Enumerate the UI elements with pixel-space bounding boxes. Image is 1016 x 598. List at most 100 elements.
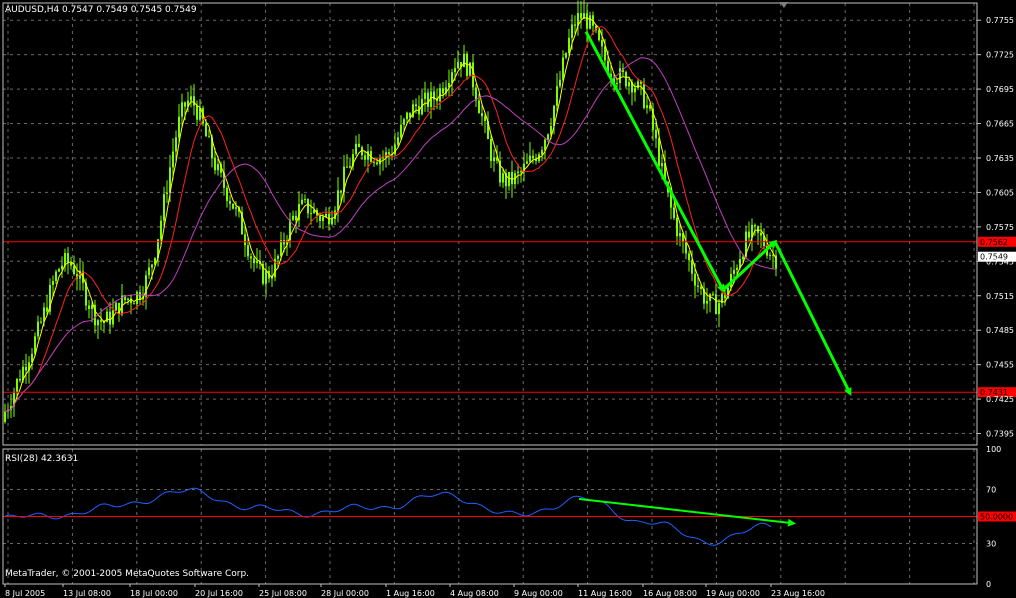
trend-arrow[interactable] xyxy=(721,239,778,292)
candle-body xyxy=(196,105,198,120)
candle-body xyxy=(754,224,756,227)
candle-body xyxy=(568,37,570,54)
candle-body xyxy=(175,137,177,152)
candle-body xyxy=(19,378,21,381)
candle-body xyxy=(388,152,390,155)
candle-body xyxy=(340,190,342,193)
candle-body xyxy=(589,15,591,29)
rsi-trend-arrow[interactable] xyxy=(578,497,796,527)
candle-body xyxy=(715,294,717,315)
candle-body xyxy=(256,261,258,264)
time-tick-label: 9 Aug 00:00 xyxy=(514,589,563,598)
ma-fast-line xyxy=(4,17,777,412)
ohlc-label: 0.7547 0.7549 0.7545 0.7549 xyxy=(62,5,197,15)
candle-body xyxy=(181,102,183,117)
price-tick-label: 0.7635 xyxy=(986,154,1014,163)
candle-body xyxy=(712,293,714,295)
candle-body xyxy=(628,82,630,87)
candle-body xyxy=(733,269,735,274)
time-tick-label: 8 Jul 2005 xyxy=(5,589,45,598)
price-tick-label: 0.7485 xyxy=(986,326,1014,335)
candle-body xyxy=(250,256,252,259)
candle-body xyxy=(97,320,99,326)
time-tick-label: 23 Aug 16:00 xyxy=(771,589,825,598)
price-tick-label: 0.7395 xyxy=(986,430,1014,439)
candle-body xyxy=(58,269,60,272)
candle-body xyxy=(574,24,576,26)
candle-body xyxy=(151,264,153,268)
candle-body xyxy=(280,240,282,256)
candle-body xyxy=(205,123,207,137)
time-tick-label: 18 Jul 00:00 xyxy=(130,589,178,598)
price-tick-label: 0.7515 xyxy=(986,292,1014,301)
candle-body xyxy=(400,124,402,138)
candle-body xyxy=(547,134,549,140)
candle-body xyxy=(517,171,519,174)
candle-body xyxy=(193,96,195,106)
candle-body xyxy=(397,137,399,145)
candle-body xyxy=(559,79,561,87)
time-tick-label: 25 Jul 08:00 xyxy=(259,589,307,598)
candle-body xyxy=(166,192,168,195)
candle-body xyxy=(235,207,237,209)
price-tick-label: 0.7605 xyxy=(986,188,1014,197)
time-tick-label: 19 Aug 00:00 xyxy=(706,589,760,598)
candle-body xyxy=(310,213,312,215)
candle-body xyxy=(748,231,750,238)
candle-body xyxy=(661,163,663,167)
candle-body xyxy=(676,217,678,237)
candle-body xyxy=(4,411,6,423)
candle-body xyxy=(331,218,333,225)
candle-body xyxy=(283,240,285,245)
candle-body xyxy=(454,67,456,73)
candle-body xyxy=(265,270,267,284)
trend-arrow[interactable] xyxy=(773,241,852,397)
candle-body xyxy=(457,62,459,68)
candle-body xyxy=(634,88,636,93)
candle-body xyxy=(562,57,564,80)
candle-body xyxy=(355,143,357,155)
candle-body xyxy=(691,260,693,274)
candle-body xyxy=(277,255,279,259)
candle-body xyxy=(706,300,708,304)
time-tick-label: 11 Aug 16:00 xyxy=(578,589,632,598)
price-tick-label: 0.7545 xyxy=(986,257,1014,266)
grid xyxy=(3,3,977,584)
candle-body xyxy=(427,92,429,107)
candle-body xyxy=(115,302,117,311)
candle-body xyxy=(688,253,690,261)
candle-body xyxy=(91,304,93,309)
candle-body xyxy=(301,199,303,205)
price-tick-label: 0.7665 xyxy=(986,120,1014,129)
candle-body xyxy=(25,366,27,371)
candle-body xyxy=(133,303,135,305)
price-tick-label: 0.7695 xyxy=(986,85,1014,94)
candle-body xyxy=(292,215,294,220)
candle-body xyxy=(55,271,57,282)
candle-body xyxy=(598,30,600,41)
candle-body xyxy=(244,234,246,246)
candle-body xyxy=(655,129,657,139)
candle-body xyxy=(349,166,351,168)
resistance-price-label: 0.7562 xyxy=(980,238,1008,247)
candle-body xyxy=(718,303,720,315)
price-tick-label: 0.7425 xyxy=(986,395,1014,404)
chart-canvas[interactable]: 0.75620.74310.75490.77550.77250.76950.76… xyxy=(0,0,1016,598)
candle-body xyxy=(742,256,744,260)
candle-body xyxy=(229,200,231,204)
candle-body xyxy=(226,187,228,201)
candle-body xyxy=(376,162,378,165)
time-tick-label: 13 Jul 08:00 xyxy=(63,589,111,598)
candle-body xyxy=(601,40,603,47)
trend-arrow[interactable] xyxy=(584,30,725,293)
candle-body xyxy=(625,72,627,87)
candle-body xyxy=(70,262,72,266)
candle-body xyxy=(163,194,165,221)
candle-body xyxy=(67,253,69,263)
candle-body xyxy=(295,215,297,221)
candle-body xyxy=(160,220,162,240)
candle-body xyxy=(406,112,408,120)
candle-body xyxy=(526,161,528,164)
candle-body xyxy=(307,199,309,214)
candle-body xyxy=(619,68,621,83)
